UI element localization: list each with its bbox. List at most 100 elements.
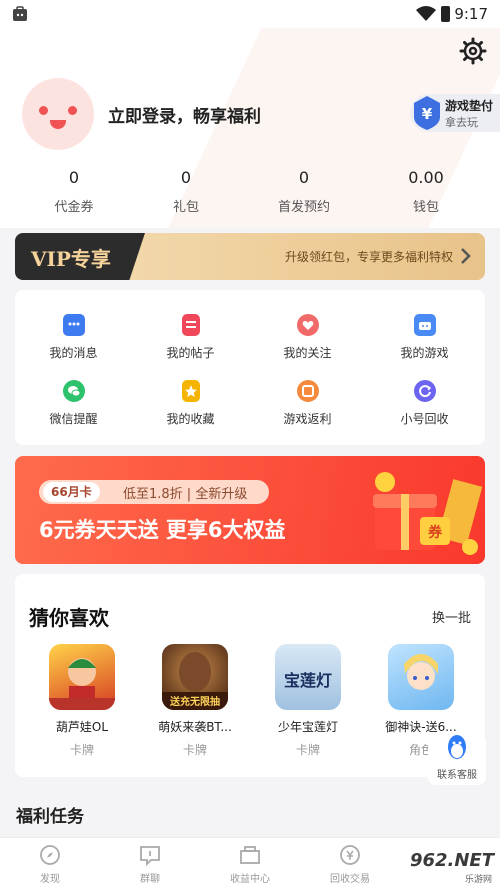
stat-value: 0	[180, 168, 192, 187]
tab-group-chat[interactable]: 群聊	[110, 844, 190, 885]
status-bar: 9:17	[0, 0, 500, 28]
stat-value: 0.00	[408, 168, 444, 187]
tab-earnings-center[interactable]: 收益中心	[210, 844, 290, 885]
menu-item-follows[interactable]: 我的关注	[249, 314, 366, 361]
profile-header: 立即登录，畅享福利 ¥ 游戏垫付 拿去玩 0 代金券 0 礼包 0 首发预约 0…	[0, 28, 500, 228]
menu-item-messages[interactable]: 我的消息	[15, 314, 132, 361]
menu-item-label: 我的游戏	[400, 346, 449, 360]
stat-value: 0	[298, 168, 310, 187]
game-card[interactable]: 宝莲灯 少年宝莲灯 卡牌	[263, 644, 353, 758]
tab-recycle-trade[interactable]: 回收交易	[310, 844, 390, 885]
tab-discover[interactable]: 发现	[10, 844, 90, 885]
menu-item-label: 我的关注	[283, 346, 332, 360]
banner-subtitle: 低至1.8折 | 全新升级	[123, 487, 248, 502]
game-pay-button[interactable]: ¥ 游戏垫付 拿去玩	[410, 94, 500, 132]
heart-icon	[296, 314, 319, 336]
login-prompt[interactable]: 立即登录，畅享福利	[108, 102, 261, 127]
app-notification-icon	[13, 6, 27, 21]
trade-icon	[340, 845, 360, 865]
yuan-symbol: ¥	[422, 105, 433, 123]
game-icon-huluwa	[49, 644, 115, 710]
stat-label: 代金券	[54, 200, 94, 215]
recycle-icon	[413, 380, 436, 402]
stat-label: 钱包	[412, 200, 439, 215]
game-name: 葫芦娃OL	[55, 720, 109, 734]
game-icon-mengyao: 送充无限抽	[162, 644, 228, 710]
customer-service-button[interactable]: 联系客服	[428, 735, 486, 785]
game-icon-yushenjue	[388, 644, 454, 710]
vip-description: 升级领红包，专享更多福利特权	[284, 250, 453, 264]
stat-vouchers[interactable]: 0 代金券	[19, 168, 129, 215]
menu-item-rebate[interactable]: 游戏返利	[249, 380, 366, 427]
feature-grid: 我的消息 我的帖子 我的关注 我的游戏 微信提醒 我的收藏 游戏返利 小号回收	[15, 290, 485, 445]
chat-icon	[140, 846, 160, 866]
game-icon-baoliandeng: 宝莲灯	[275, 644, 341, 710]
game-card[interactable]: 送充无限抽 萌妖来袭BT... 卡牌	[150, 644, 240, 758]
watermark-subtitle: 乐游网	[464, 875, 492, 885]
message-icon	[62, 314, 85, 336]
earnings-icon	[240, 846, 260, 864]
monthly-card-badge: 66月卡	[43, 482, 100, 502]
stat-reservations[interactable]: 0 首发预约	[249, 168, 359, 215]
banner-headline: 6元券天天送 更享6大权益	[39, 518, 286, 542]
game-card[interactable]: 葫芦娃OL 卡牌	[37, 644, 127, 758]
rebate-icon	[296, 380, 319, 402]
game-type: 卡牌	[182, 743, 207, 757]
stats-row: 0 代金券 0 礼包 0 首发预约 0.00 钱包	[0, 168, 500, 228]
settings-gear-icon[interactable]	[458, 36, 488, 66]
welfare-tasks-title: 福利任务	[16, 807, 84, 827]
star-icon	[181, 380, 200, 402]
game-type: 卡牌	[69, 743, 94, 757]
game-name: 萌妖来袭BT...	[158, 720, 232, 734]
qq-penguin-icon	[448, 735, 466, 759]
refresh-batch-button[interactable]: 换一批	[432, 607, 471, 626]
stat-label: 礼包	[172, 200, 199, 215]
menu-item-label: 我的收藏	[166, 412, 215, 426]
battery-icon	[441, 6, 450, 22]
recommend-section: 猜你喜欢 换一批 葫芦娃OL 卡牌 送充无限抽 萌妖来袭BT... 卡牌 宝莲灯…	[15, 574, 485, 777]
vip-title: VIP专享	[31, 247, 111, 271]
game-art-text: 宝莲灯	[284, 671, 332, 690]
menu-item-label: 我的帖子	[166, 346, 215, 360]
menu-item-label: 小号回收	[400, 412, 449, 426]
vip-banner[interactable]: VIP专享 升级领红包，专享更多福利特权	[15, 233, 485, 280]
menu-item-posts[interactable]: 我的帖子	[132, 314, 249, 361]
menu-item-account-recycle[interactable]: 小号回收	[366, 380, 483, 427]
tab-label: 回收交易	[330, 874, 370, 885]
avatar-eye	[39, 106, 48, 115]
game-pay-subtitle: 拿去玩	[445, 116, 478, 129]
game-type: 卡牌	[295, 743, 320, 757]
gift-box-illustration: 券	[373, 472, 483, 555]
compass-icon	[40, 845, 60, 865]
menu-item-label: 微信提醒	[49, 412, 98, 426]
stat-label: 首发预约	[277, 200, 330, 215]
stat-value: 0	[68, 168, 80, 187]
menu-item-wechat-reminder[interactable]: 微信提醒	[15, 380, 132, 427]
avatar-eye	[68, 106, 77, 115]
avatar[interactable]	[22, 78, 94, 150]
stat-gifts[interactable]: 0 礼包	[131, 168, 241, 215]
post-icon	[181, 314, 200, 336]
game-name: 少年宝莲灯	[277, 720, 338, 734]
wifi-icon	[416, 6, 436, 21]
wechat-icon	[62, 380, 85, 402]
stat-wallet[interactable]: 0.00 钱包	[371, 168, 481, 215]
watermark-logo: 962.NET	[409, 850, 494, 871]
tab-label: 发现	[40, 874, 60, 885]
menu-item-label: 我的消息	[49, 346, 98, 360]
monthly-card-banner[interactable]: 66月卡 低至1.8折 | 全新升级 6元券天天送 更享6大权益 券	[15, 456, 485, 564]
tab-label: 群聊	[140, 874, 160, 885]
yuan-shield-icon: ¥	[414, 96, 440, 130]
customer-service-label: 联系客服	[437, 770, 477, 781]
menu-item-favorites[interactable]: 我的收藏	[132, 380, 249, 427]
menu-item-label: 游戏返利	[283, 412, 332, 426]
coupon-text: 券	[428, 524, 443, 541]
recommend-title: 猜你喜欢	[29, 606, 109, 630]
chevron-right-icon	[461, 248, 471, 264]
game-pay-title: 游戏垫付	[445, 99, 494, 113]
game-art-text: 送充无限抽	[169, 695, 220, 708]
status-time: 9:17	[454, 5, 488, 23]
menu-item-games[interactable]: 我的游戏	[366, 314, 483, 361]
tab-label: 收益中心	[230, 874, 270, 885]
avatar-mouth	[50, 120, 66, 129]
